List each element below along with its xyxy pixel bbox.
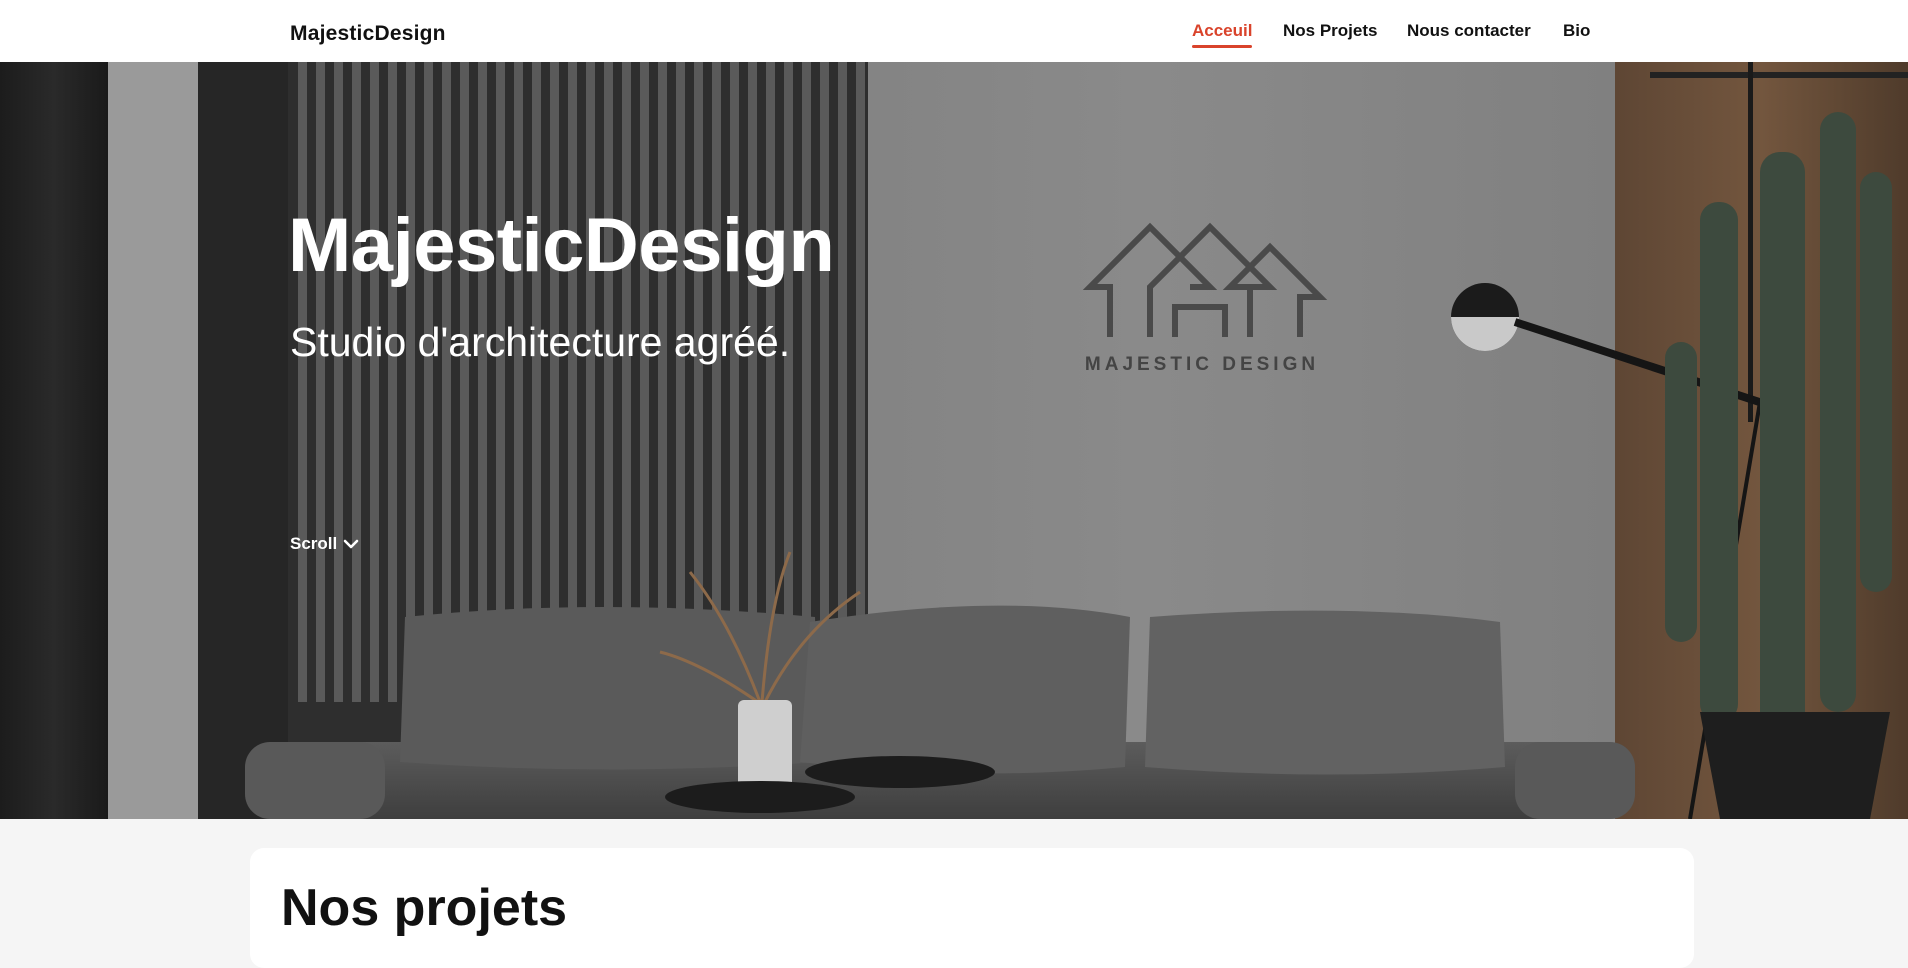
wall-slat [370, 62, 379, 702]
hero-background-image: MAJESTIC DESIGN [0, 62, 1908, 819]
nav-links: Acceuil Nos Projets Nous contacter Bio [0, 21, 1908, 51]
wall-slat [514, 62, 523, 702]
hero-subtitle: Studio d'architecture agréé. [290, 319, 791, 365]
projects-title: Nos projets [281, 879, 568, 937]
hero-title: MajesticDesign [288, 203, 835, 288]
wall-slat [730, 62, 739, 702]
wall-slat [568, 62, 577, 702]
wall-slat [622, 62, 631, 702]
projects-section: Nos projets [250, 848, 1694, 968]
scroll-button[interactable]: Scroll [290, 534, 359, 554]
wall-slat [298, 62, 307, 702]
wall-slat [694, 62, 703, 702]
wall-slat [856, 62, 865, 702]
nav-link-bio[interactable]: Bio [1563, 21, 1590, 41]
wall-slat [442, 62, 451, 702]
wall-slat [658, 62, 667, 702]
wall-slat [460, 62, 469, 702]
wall-slat [748, 62, 757, 702]
wall-slat [406, 62, 415, 702]
wall-slat [532, 62, 541, 702]
nav-link-nous-contacter[interactable]: Nous contacter [1407, 21, 1531, 41]
wall-slat [784, 62, 793, 702]
nav-link-acceuil[interactable]: Acceuil [1192, 21, 1253, 48]
wall-slat [316, 62, 325, 702]
wall-slat [676, 62, 685, 702]
wall-slat [424, 62, 433, 702]
wall-slat [820, 62, 829, 702]
wall-slat [496, 62, 505, 702]
wall-slat [640, 62, 649, 702]
nav-link-nos-projets[interactable]: Nos Projets [1283, 21, 1377, 41]
hero-section: MAJESTIC DESIGN MajesticDesign Studio d'… [0, 62, 1908, 819]
wall-slat [352, 62, 361, 702]
scroll-label: Scroll [290, 534, 338, 553]
chevron-down-icon [343, 539, 359, 549]
wall-slat [334, 62, 343, 702]
navbar: MajesticDesign Acceuil Nos Projets Nous … [0, 0, 1908, 62]
wall-slat [550, 62, 559, 702]
wall-slat [604, 62, 613, 702]
wall-slat [478, 62, 487, 702]
svg-text:MAJESTIC DESIGN: MAJESTIC DESIGN [1085, 354, 1319, 375]
wall-slat [388, 62, 397, 702]
wall-slat [586, 62, 595, 702]
wall-slat [802, 62, 811, 702]
